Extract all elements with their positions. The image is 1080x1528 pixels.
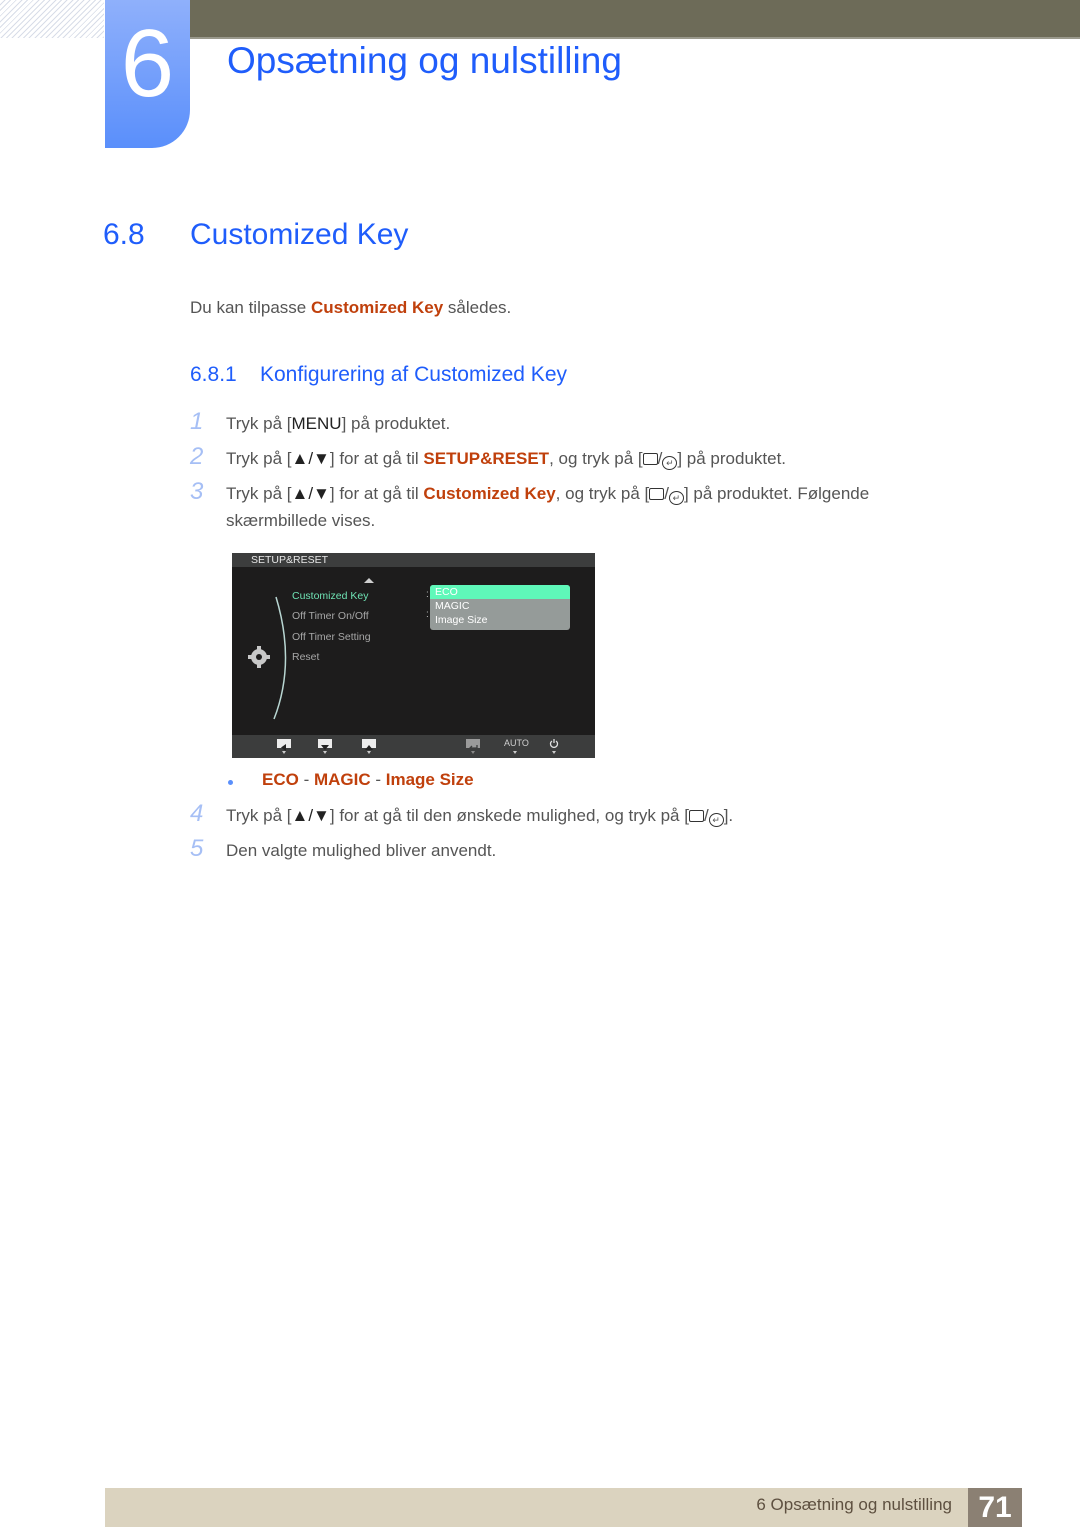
osd-option-eco[interactable]: ECO [430, 585, 570, 599]
text: ] på produktet. [341, 414, 451, 433]
intro-highlight: Customized Key [310, 298, 444, 317]
source-button-icon [688, 810, 704, 822]
chapter-number: 6 [120, 10, 175, 117]
text: ] for at gå til [329, 449, 424, 468]
osd-colon: : [426, 589, 429, 600]
osd-screenshot: SETUP&RESET Customized Key Off Timer On/… [232, 553, 595, 758]
left-arrow-button-icon [277, 739, 291, 751]
osd-header: SETUP&RESET [232, 553, 595, 567]
page-number: 71 [968, 1488, 1022, 1527]
indicator-icon [471, 751, 475, 754]
customized-key-highlight: Customized Key [423, 484, 556, 503]
indicator-icon [513, 751, 517, 754]
osd-title: SETUP&RESET [251, 554, 329, 566]
subsection-number: 6.8.1 [190, 363, 237, 386]
bullet-icon [228, 780, 233, 785]
separator: - [370, 770, 386, 789]
source-button-icon [649, 488, 665, 500]
step-text: Tryk på [▲/▼] for at gå til Customized K… [226, 484, 870, 530]
enter-button-icon [466, 739, 480, 751]
option-magic: MAGIC [313, 770, 371, 789]
setup-reset-highlight: SETUP&RESET [423, 449, 550, 468]
step-number: 1 [190, 408, 204, 435]
intro-text: Du kan tilpasse [190, 298, 311, 317]
page-footer: 6 Opsætning og nulstilling [105, 1488, 1022, 1527]
step-text: Tryk på [▲/▼] for at gå til SETUP&RESET,… [226, 449, 787, 470]
indicator-icon [282, 751, 286, 754]
text: Tryk på [ [226, 414, 292, 433]
gear-icon [248, 646, 270, 668]
up-down-arrows-icon: ▲/▼ [291, 806, 330, 825]
step-number: 3 [190, 478, 204, 505]
enter-icon: ↵ [708, 813, 724, 827]
options-list: ECO - MAGIC - Image Size [262, 770, 474, 790]
osd-menu-item-off-timer-setting[interactable]: Off Timer Setting [292, 631, 371, 643]
step-text: Tryk på [▲/▼] for at gå til den ønskede … [226, 806, 734, 827]
text: ] for at gå til den ønskede mulighed, og… [329, 806, 689, 825]
text: Tryk på [ [226, 484, 292, 503]
up-arrow-button-icon [362, 739, 376, 750]
enter-icon: ↵ [662, 456, 678, 470]
step-number: 2 [190, 443, 204, 470]
osd-option-magic[interactable]: MAGIC [430, 599, 570, 613]
option-eco: ECO [262, 770, 299, 789]
step-text: Den valgte mulighed bliver anvendt. [226, 837, 926, 864]
indicator-icon [552, 751, 556, 754]
step-number: 4 [190, 800, 204, 827]
option-image-size: Image Size [385, 770, 474, 789]
up-down-arrows-icon: ▲/▼ [291, 484, 330, 503]
power-icon [549, 739, 559, 748]
text: Den valgte mulighed bliver anvendt. [226, 841, 497, 860]
step-number: 5 [190, 835, 204, 862]
indicator-icon [323, 751, 327, 754]
intro-text-end: således. [443, 298, 512, 317]
enter-icon: ↵ [668, 491, 684, 505]
text: Tryk på [ [226, 806, 292, 825]
text: Tryk på [ [226, 449, 292, 468]
down-arrow-button-icon [318, 739, 332, 750]
intro-paragraph: Du kan tilpasse Customized Key således. [190, 298, 511, 318]
osd-dropdown: ECO MAGIC Image Size [430, 585, 570, 630]
separator: - [298, 770, 314, 789]
menu-key: MENU [291, 414, 342, 433]
chapter-title: Opsætning og nulstilling [227, 40, 622, 81]
auto-label: AUTO [504, 738, 529, 748]
decorative-hatch [0, 0, 104, 38]
scroll-up-icon [364, 578, 374, 583]
section-number: 6.8 [103, 218, 145, 251]
step-text: Tryk på [MENU] på produktet. [226, 410, 926, 437]
text: ]. [723, 806, 734, 825]
chapter-tab: 6 [105, 0, 190, 148]
subsection-title: Konfigurering af Customized Key [260, 363, 567, 386]
osd-option-image-size[interactable]: Image Size [430, 613, 570, 627]
osd-footer: AUTO [232, 735, 595, 758]
osd-menu-item-customized-key[interactable]: Customized Key [292, 590, 368, 602]
osd-colon: : [426, 609, 429, 620]
text: , og tryk på [ [549, 449, 643, 468]
osd-menu-item-off-timer-onoff[interactable]: Off Timer On/Off [292, 610, 369, 622]
text: ] for at gå til [329, 484, 424, 503]
text: ] på produktet. [677, 449, 787, 468]
source-button-icon [642, 453, 658, 465]
up-down-arrows-icon: ▲/▼ [291, 449, 330, 468]
indicator-icon [367, 751, 371, 754]
section-title: Customized Key [190, 218, 409, 251]
header-bar [190, 0, 1080, 39]
text: , og tryk på [ [555, 484, 650, 503]
footer-chapter-label: 6 Opsætning og nulstilling [756, 1495, 952, 1514]
osd-menu-item-reset[interactable]: Reset [292, 651, 319, 663]
